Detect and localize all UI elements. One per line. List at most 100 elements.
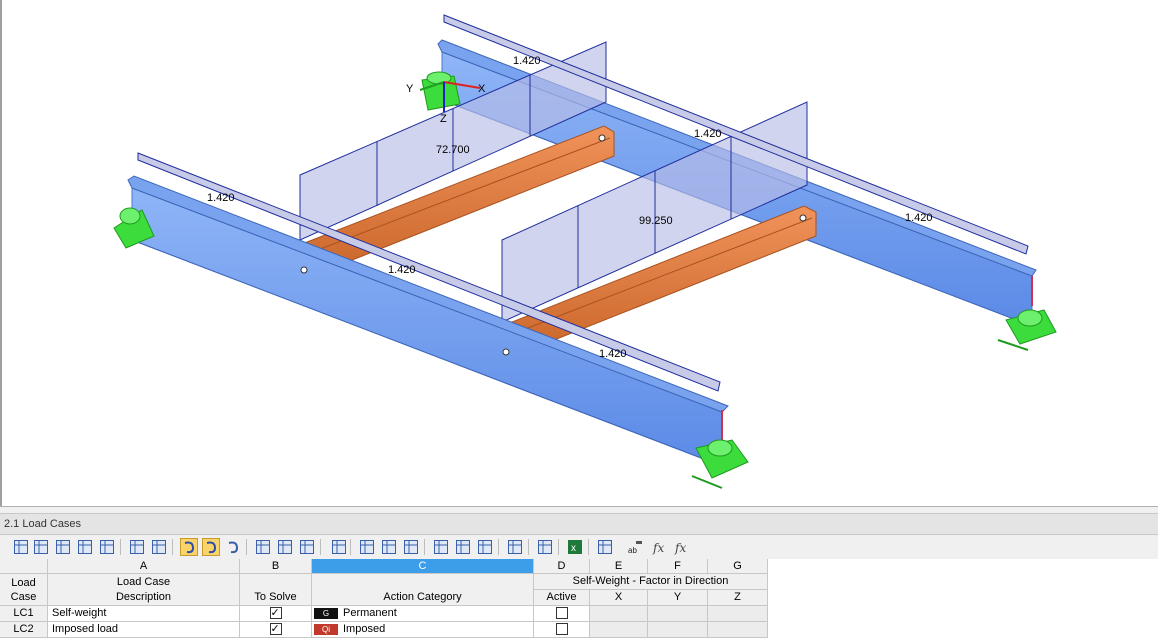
dimension-label-5: 1.420 xyxy=(388,264,416,276)
row-lc2-x[interactable] xyxy=(590,622,648,638)
row-lc1-description[interactable]: Self-weight xyxy=(48,606,240,622)
row-id-lc1[interactable]: LC1 xyxy=(0,606,48,622)
col-header-e[interactable]: E xyxy=(590,559,648,574)
row-lc2-y[interactable] xyxy=(648,622,708,638)
view-table-button[interactable] xyxy=(432,538,450,556)
load-value-label-1: 72.700 xyxy=(436,144,470,156)
refresh-button[interactable] xyxy=(224,538,242,556)
formula-clear-button[interactable]: fx xyxy=(672,538,690,556)
clear-button[interactable] xyxy=(330,538,348,556)
import-icon xyxy=(129,539,145,555)
copy-row-icon xyxy=(381,539,397,555)
formula-icon: fx xyxy=(651,539,667,555)
formula-clear-icon: fx xyxy=(673,539,689,555)
toolbar-separator xyxy=(528,539,529,555)
link-button[interactable] xyxy=(536,538,554,556)
sort-button[interactable] xyxy=(76,538,94,556)
import-button[interactable] xyxy=(128,538,146,556)
sort-icon xyxy=(77,539,93,555)
delete-row-button[interactable] xyxy=(54,538,72,556)
copy-row-button[interactable] xyxy=(380,538,398,556)
header-f: Y xyxy=(648,590,708,606)
col-header-b[interactable]: B xyxy=(240,559,312,574)
row-lc1-active[interactable] xyxy=(534,606,590,622)
row-lc1-to-solve[interactable] xyxy=(240,606,312,622)
insert-row-icon xyxy=(33,539,49,555)
active-checkbox[interactable] xyxy=(555,623,568,636)
text-format-button[interactable]: ab xyxy=(626,538,644,556)
row-lc1-y[interactable] xyxy=(648,606,708,622)
undo-button[interactable] xyxy=(180,538,198,556)
redo-button[interactable] xyxy=(202,538,220,556)
active-checkbox[interactable] xyxy=(555,607,568,620)
toolbar-separator xyxy=(172,539,173,555)
print-button[interactable] xyxy=(506,538,524,556)
header-a: Load Case Description xyxy=(48,574,240,606)
dimension-label-6: 1.420 xyxy=(599,348,627,360)
edit-button[interactable] xyxy=(476,538,494,556)
print-icon xyxy=(507,539,523,555)
calculator-button[interactable] xyxy=(596,538,614,556)
col-header-c[interactable]: C xyxy=(312,559,534,574)
chart-button[interactable] xyxy=(98,538,116,556)
export-icon xyxy=(151,539,167,555)
to-solve-checkbox[interactable] xyxy=(269,606,282,620)
paste-row-button[interactable] xyxy=(402,538,420,556)
header-b: To Solve xyxy=(240,574,312,606)
col-header-g[interactable]: G xyxy=(708,559,768,574)
header-self-weight-group: Self-Weight - Factor in Direction xyxy=(534,574,768,590)
structure-model[interactable]: X Y Z 1.420 1.420 1.420 1.420 1.420 1.42… xyxy=(2,0,1158,506)
next-button[interactable] xyxy=(298,538,316,556)
refresh-icon xyxy=(225,539,241,555)
cut-row-button[interactable] xyxy=(358,538,376,556)
header-d: Active xyxy=(534,590,590,606)
excel-button[interactable]: x xyxy=(566,538,584,556)
row-lc2-category[interactable]: Qi Imposed xyxy=(312,622,534,638)
edit-icon xyxy=(477,539,493,555)
view-list-button[interactable] xyxy=(454,538,472,556)
col-header-a[interactable]: A xyxy=(48,559,240,574)
row-lc2-description[interactable]: Imposed load xyxy=(48,622,240,638)
row-id-lc2[interactable]: LC2 xyxy=(0,622,48,638)
toolbar-separator xyxy=(320,539,321,555)
svg-text:fx: fx xyxy=(674,541,686,555)
axis-y-label: Y xyxy=(406,83,414,95)
delete-row-icon xyxy=(55,539,71,555)
table-toolbar: x ab fx fx xyxy=(0,535,1158,559)
model-viewport[interactable]: X Y Z 1.420 1.420 1.420 1.420 1.420 1.42… xyxy=(0,0,1158,506)
table-button[interactable] xyxy=(12,538,30,556)
row-lc1-z[interactable] xyxy=(708,606,768,622)
toolbar-separator xyxy=(498,539,499,555)
support-front-right[interactable] xyxy=(691,439,749,489)
row-lc2-z[interactable] xyxy=(708,622,768,638)
col-header-f[interactable]: F xyxy=(648,559,708,574)
first-button[interactable] xyxy=(254,538,272,556)
support-back-left[interactable] xyxy=(421,71,461,111)
table-icon xyxy=(13,539,29,555)
cut-row-icon xyxy=(359,539,375,555)
insert-row-button[interactable] xyxy=(32,538,50,556)
view-table-icon xyxy=(433,539,449,555)
axis-z-label: Z xyxy=(440,113,447,125)
prev-button[interactable] xyxy=(276,538,294,556)
formula-button[interactable]: fx xyxy=(650,538,668,556)
header-a-top: Load Case xyxy=(116,576,171,588)
header-e: X xyxy=(590,590,648,606)
toolbar-separator xyxy=(246,539,247,555)
undo-icon xyxy=(181,539,197,555)
toolbar-separator xyxy=(120,539,121,555)
dimension-label-3: 1.420 xyxy=(905,212,933,224)
first-icon xyxy=(255,539,271,555)
corner-cell xyxy=(0,559,48,574)
row-lc2-to-solve[interactable] xyxy=(240,622,312,638)
row-lc1-category[interactable]: G Permanent xyxy=(312,606,534,622)
link-icon xyxy=(537,539,553,555)
load-value-label-2: 99.250 xyxy=(639,215,673,227)
to-solve-checkbox[interactable] xyxy=(269,622,282,636)
row-lc2-active[interactable] xyxy=(534,622,590,638)
col-header-d[interactable]: D xyxy=(534,559,590,574)
category-label: Permanent xyxy=(343,607,397,619)
export-button[interactable] xyxy=(150,538,168,556)
row-lc1-x[interactable] xyxy=(590,606,648,622)
toolbar-separator xyxy=(424,539,425,555)
